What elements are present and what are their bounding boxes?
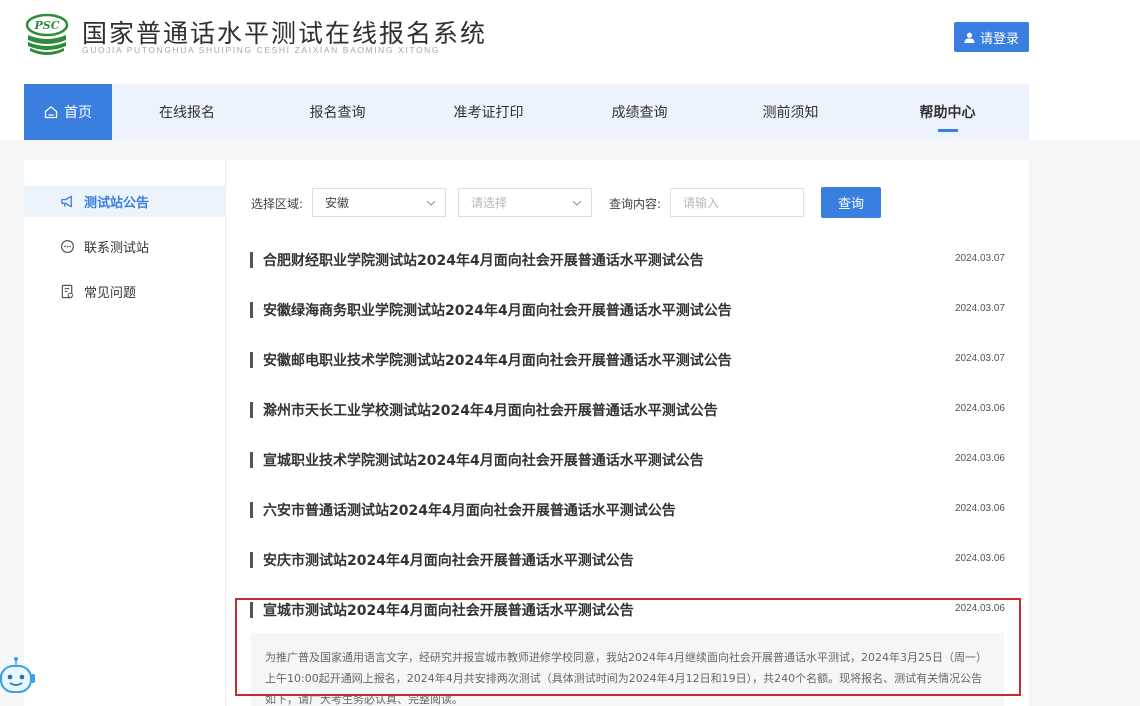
faq-document-icon	[61, 284, 73, 299]
site-subtitle: GUOJIA PUTONGHUA SHUIPING CESHI ZAIXIAN …	[82, 45, 441, 55]
nav-item-score-query[interactable]: 成绩查询	[564, 84, 715, 140]
megaphone-icon	[61, 195, 72, 208]
announcement-excerpt: 为推广普及国家通用语言文字，经研究并报宣城市教师进修学校同意，我站2024年4月…	[251, 633, 1004, 706]
nav-item-registration-query[interactable]: 报名查询	[262, 84, 413, 140]
announcement-item[interactable]: 滁州市天长工业学校测试站2024年4月面向社会开展普通话水平测试公告 2024.…	[250, 398, 1005, 422]
region-label: 选择区域:	[251, 197, 304, 211]
nav-item-admission-ticket[interactable]: 准考证打印	[413, 84, 564, 140]
nav-item-pre-test-notice[interactable]: 测前须知	[715, 84, 866, 140]
list-marker	[250, 402, 253, 418]
announcement-date: 2024.03.07	[954, 253, 1005, 264]
svg-text:PSC: PSC	[34, 19, 60, 32]
announcement-title[interactable]: 宣城市测试站2024年4月面向社会开展普通话水平测试公告	[263, 600, 634, 620]
city-select[interactable]: 请选择	[458, 188, 592, 217]
city-placeholder: 请选择	[471, 196, 508, 210]
list-marker	[250, 452, 253, 468]
announcement-item[interactable]: 合肥财经职业学院测试站2024年4月面向社会开展普通话水平测试公告 2024.0…	[250, 248, 1005, 272]
sidebar-divider	[225, 160, 226, 706]
sidebar-item-station-notices[interactable]: 测试站公告	[24, 186, 225, 217]
home-icon	[44, 105, 58, 119]
nav-home-label: 首页	[64, 105, 92, 121]
province-select[interactable]: 安徽	[312, 188, 446, 217]
sidebar-item-label: 常见问题	[84, 286, 137, 301]
login-label: 请登录	[979, 31, 1019, 47]
announcement-item[interactable]: 六安市普通话测试站2024年4月面向社会开展普通话水平测试公告 2024.03.…	[250, 498, 1005, 522]
list-marker	[250, 502, 253, 518]
announcement-date: 2024.03.07	[954, 303, 1005, 314]
announcement-item[interactable]: 安徽绿海商务职业学院测试站2024年4月面向社会开展普通话水平测试公告 2024…	[250, 298, 1005, 322]
nav-item-help-center[interactable]: 帮助中心	[866, 84, 1029, 140]
list-marker	[250, 352, 253, 368]
chevron-down-icon	[572, 200, 582, 206]
chat-bubble-icon	[60, 239, 75, 254]
list-marker	[250, 302, 253, 318]
announcement-title[interactable]: 宣城职业技术学院测试站2024年4月面向社会开展普通话水平测试公告	[263, 450, 704, 470]
sidebar-item-label: 测试站公告	[84, 196, 150, 211]
sidebar-item-faq[interactable]: 常见问题	[24, 276, 225, 307]
announcement-title[interactable]: 合肥财经职业学院测试站2024年4月面向社会开展普通话水平测试公告	[263, 250, 704, 270]
announcement-item[interactable]: 宣城职业技术学院测试站2024年4月面向社会开展普通话水平测试公告 2024.0…	[250, 448, 1005, 472]
announcement-title[interactable]: 安庆市测试站2024年4月面向社会开展普通话水平测试公告	[263, 550, 634, 570]
announcement-date: 2024.03.06	[954, 553, 1005, 564]
chatbot-robot-icon[interactable]	[0, 656, 36, 704]
province-value: 安徽	[325, 196, 350, 210]
announcement-date: 2024.03.07	[954, 353, 1005, 364]
announcement-item[interactable]: 安庆市测试站2024年4月面向社会开展普通话水平测试公告 2024.03.06	[250, 548, 1005, 572]
announcement-date: 2024.03.06	[954, 453, 1005, 464]
sidebar-item-contact-station[interactable]: 联系测试站	[24, 231, 225, 262]
nav-item-home[interactable]: 首页	[24, 84, 112, 140]
announcement-title[interactable]: 安徽邮电职业技术学院测试站2024年4月面向社会开展普通话水平测试公告	[263, 350, 732, 370]
announcement-date: 2024.03.06	[954, 403, 1005, 414]
site-header: PSC 国家普通话水平测试在线报名系统 GUOJIA PUTONGHUA SHU…	[0, 0, 1140, 80]
announcement-title[interactable]: 六安市普通话测试站2024年4月面向社会开展普通话水平测试公告	[263, 500, 676, 520]
psc-logo-icon[interactable]: PSC	[24, 13, 70, 59]
announcement-date: 2024.03.06	[954, 603, 1005, 614]
list-marker	[250, 602, 253, 618]
query-button[interactable]: 查询	[821, 187, 881, 218]
announcement-title[interactable]: 滁州市天长工业学校测试站2024年4月面向社会开展普通话水平测试公告	[263, 400, 718, 420]
list-marker	[250, 552, 253, 568]
main-nav: 首页 在线报名 报名查询 准考证打印 成绩查询 测前须知 帮助中心	[24, 84, 1029, 140]
user-icon	[964, 32, 975, 43]
announcement-date: 2024.03.06	[954, 503, 1005, 514]
chevron-down-icon	[426, 200, 436, 206]
nav-item-online-registration[interactable]: 在线报名	[112, 84, 262, 140]
query-input[interactable]	[670, 188, 804, 217]
announcement-title[interactable]: 安徽绿海商务职业学院测试站2024年4月面向社会开展普通话水平测试公告	[263, 300, 732, 320]
login-button[interactable]: 请登录	[954, 22, 1029, 52]
sidebar-item-label: 联系测试站	[84, 241, 150, 256]
announcement-item-expanded[interactable]: 宣城市测试站2024年4月面向社会开展普通话水平测试公告 2024.03.06	[250, 598, 1005, 622]
list-marker	[250, 252, 253, 268]
announcement-item[interactable]: 安徽邮电职业技术学院测试站2024年4月面向社会开展普通话水平测试公告 2024…	[250, 348, 1005, 372]
query-content-label: 查询内容:	[609, 197, 662, 211]
